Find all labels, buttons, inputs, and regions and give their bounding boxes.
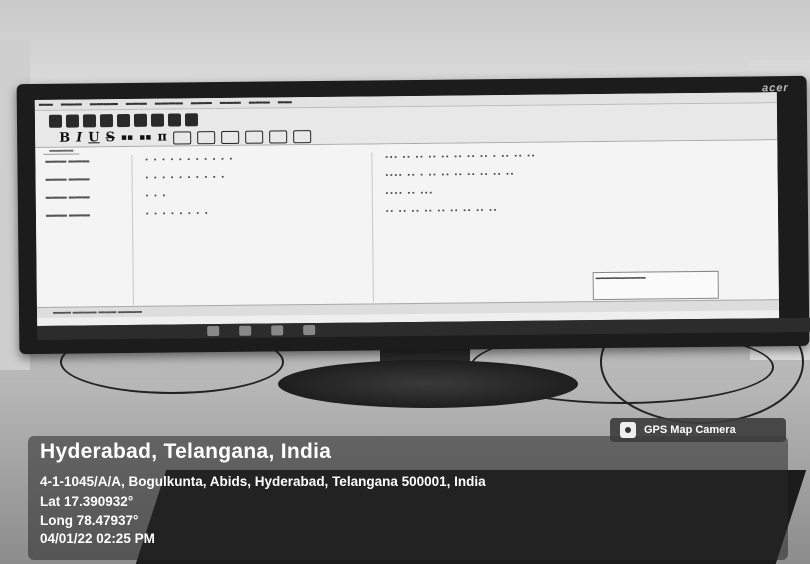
notification-popup: ▬▬▬▬▬▬▬▬▬▬ (592, 270, 719, 301)
image-icon (150, 113, 165, 127)
superscript-icon: ▪▪ (120, 132, 134, 144)
camera-icon (620, 422, 636, 438)
underline-icon: U (88, 130, 100, 146)
address-line: 4-1-1045/A/A, Bogulkunta, Abids, Hyderab… (40, 474, 486, 489)
photo-scene: acer ▬▬ ▬▬▬ ▬▬▬▬ ▬▬▬ ▬▬▬▬ ▬▬▬ ▬▬▬ ▬▬▬ ▬▬ B I U (0, 0, 810, 564)
location-title: Hyderabad, Telangana, India (40, 440, 332, 463)
gps-badge-label: GPS Map Camera (644, 424, 736, 436)
table-row: ▬▬▬ ▬▬▬ ▪ ▪ ▪ ▪ ▪ ▪ ▪ ▪ ▪▪ ▪▪ ▪▪ ▪▪ ▪▪ ▪▪ … (45, 207, 499, 219)
open-folder-icon (48, 114, 63, 128)
longitude: Long 78.47937° (40, 513, 139, 528)
taskbar-app-icon (239, 325, 252, 336)
monitor: acer ▬▬ ▬▬▬ ▬▬▬▬ ▬▬▬ ▬▬▬▬ ▬▬▬ ▬▬▬ ▬▬▬ ▬▬ B I U (16, 75, 810, 355)
subscript-icon: ▪▪ (139, 132, 152, 143)
bold-icon: B (59, 130, 71, 146)
document-area: ▬▬▬▬ ▬▬▬ ▬▬▬ ▪ ▪ ▪ ▪ ▪ ▪ ▪ ▪ ▪ ▪ ▪ ▪▪▪ ▪▪ … (35, 140, 780, 318)
taskbar-app-icon (303, 325, 316, 336)
undo-icon (116, 113, 131, 127)
picture-icon (184, 112, 199, 126)
save-icon (99, 113, 114, 127)
image-insert-icon (220, 130, 239, 144)
document-tab: ▬▬▬▬ (43, 147, 80, 155)
taskbar-app-icon (207, 326, 220, 337)
status-bar: ▬▬▬ ▬▬▬▬ ▬▬▬ ▬▬▬▬ (36, 299, 780, 318)
strikethrough-icon: S (105, 130, 116, 146)
monitor-base (278, 360, 578, 408)
monitor-screen: ▬▬ ▬▬▬ ▬▬▬▬ ▬▬▬ ▬▬▬▬ ▬▬▬ ▬▬▬ ▬▬▬ ▬▬ B I U S ▪▪ ▪… (34, 92, 780, 326)
table-icon (196, 130, 215, 144)
taskbar-app-icon (271, 325, 284, 336)
redo-icon (133, 113, 148, 127)
find-icon (167, 112, 182, 127)
list-icon (244, 130, 263, 144)
print-icon (82, 113, 97, 127)
font-icon (172, 130, 191, 145)
bracket-icon (268, 129, 287, 144)
italic-icon: I (76, 130, 83, 146)
export-icon (292, 129, 311, 143)
copy-icon (65, 113, 80, 128)
gps-badge: GPS Map Camera (610, 418, 786, 442)
timestamp: 04/01/22 02:25 PM (40, 531, 155, 546)
pi-icon: π (157, 129, 167, 145)
latitude: Lat 17.390932° (40, 494, 134, 509)
